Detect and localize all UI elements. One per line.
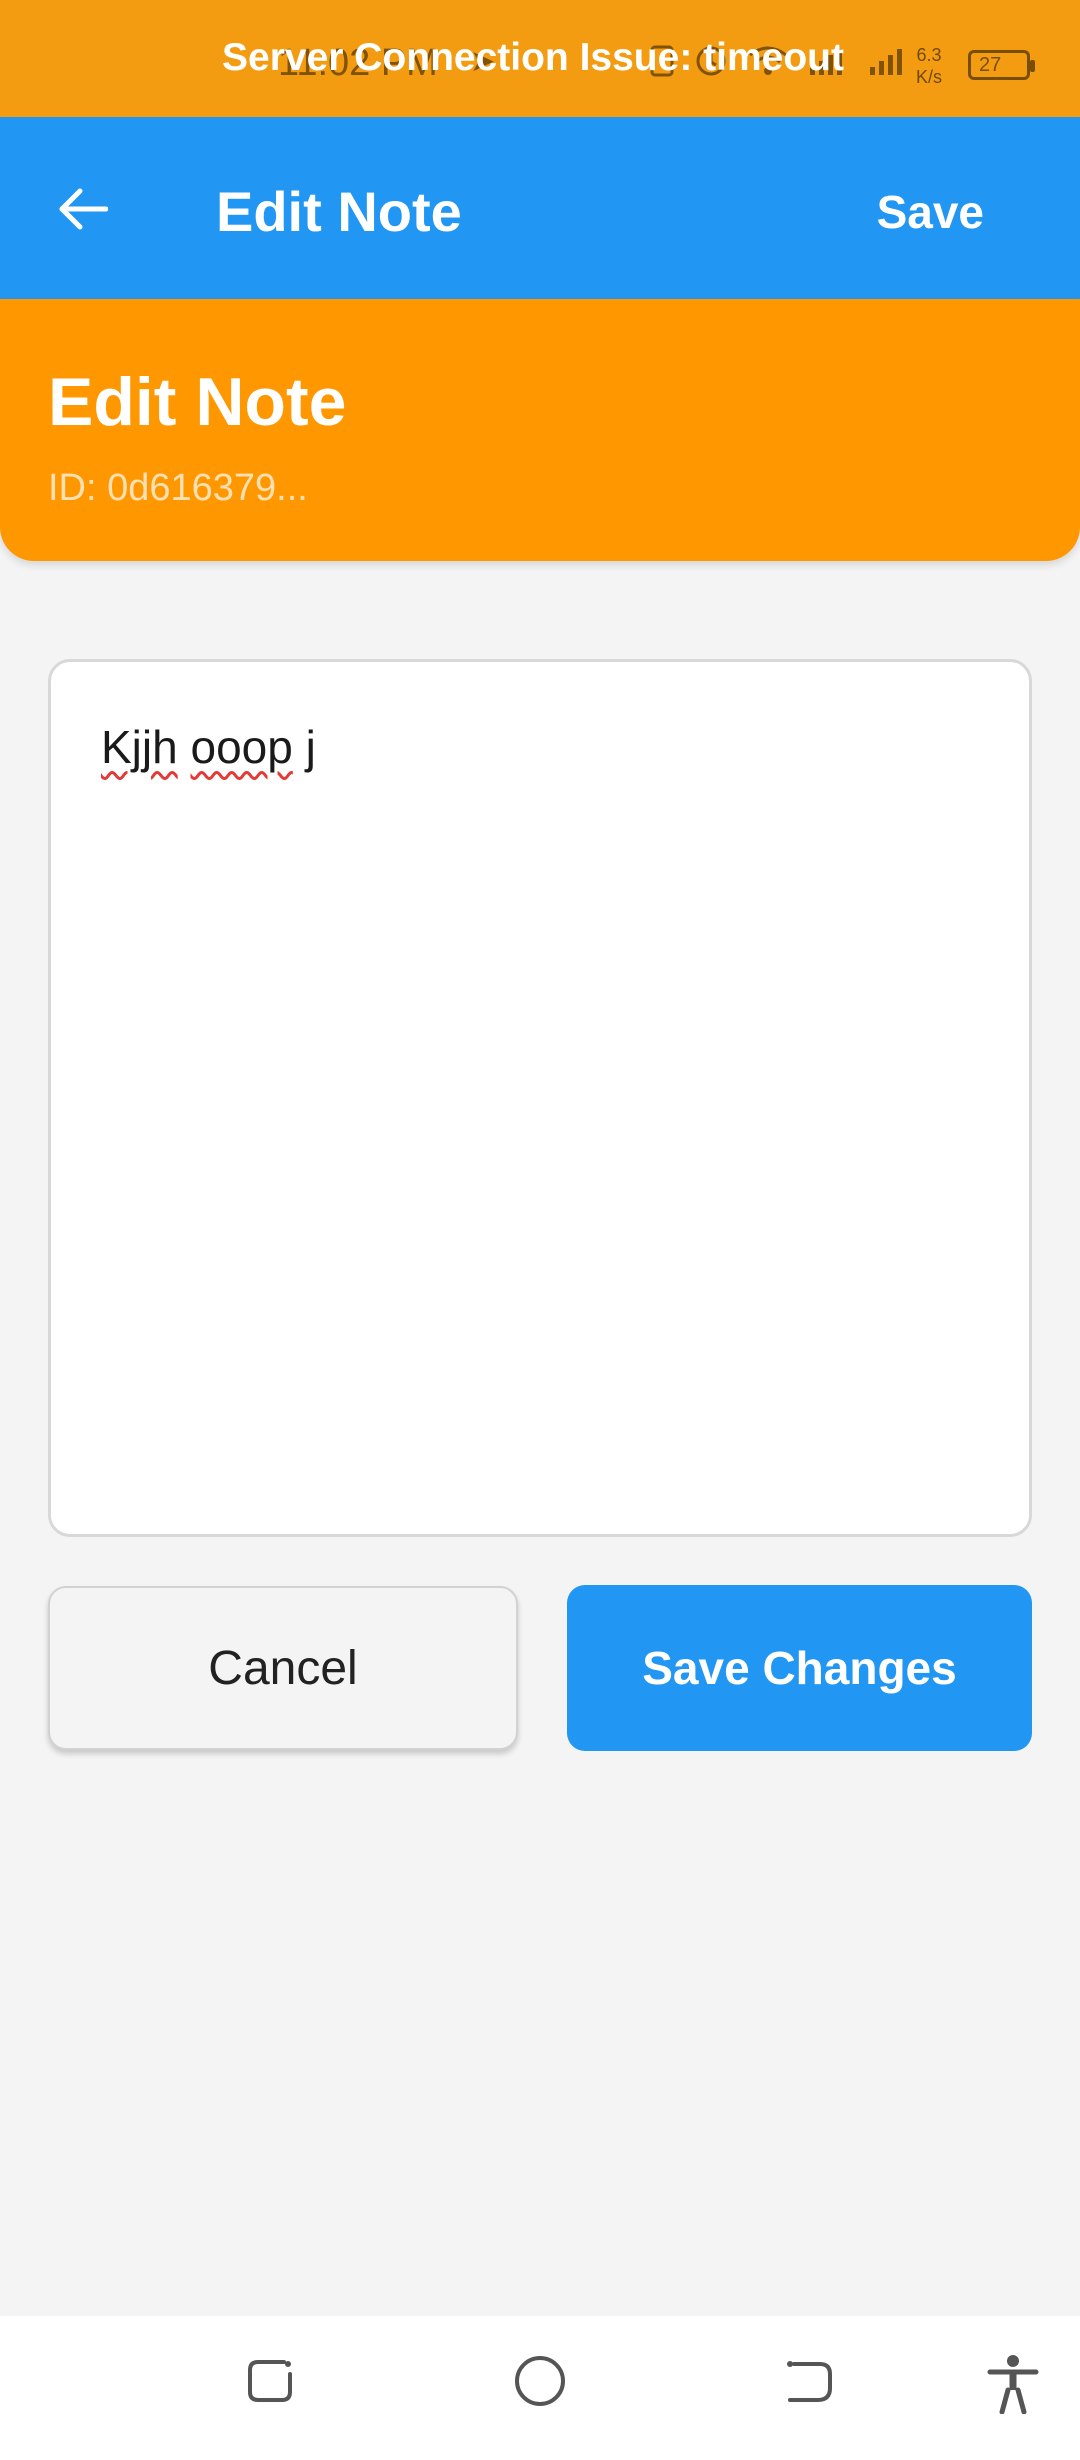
app-bar-save-button[interactable]: Save <box>877 185 984 239</box>
battery-level: 27 <box>979 54 1002 76</box>
cancel-button[interactable]: Cancel <box>48 1586 518 1750</box>
note-word-misspelled: Kjjh <box>101 721 178 773</box>
system-nav-bar <box>0 2316 1080 2460</box>
header-title: Edit Note <box>48 364 347 440</box>
accessibility-icon[interactable] <box>986 2354 1040 2414</box>
net-speed-value: 6.3 <box>916 45 942 65</box>
app-bar-title: Edit Note <box>216 180 462 243</box>
battery-icon: 27 <box>968 50 1035 80</box>
save-changes-button[interactable]: Save Changes <box>567 1585 1032 1751</box>
home-circle-icon[interactable] <box>513 2354 567 2408</box>
app-bar: Edit Note Save <box>0 117 1080 299</box>
recents-icon[interactable] <box>244 2354 298 2408</box>
back-icon[interactable] <box>782 2354 836 2408</box>
server-error-banner: Server Connection Issue: timeout <box>222 36 844 79</box>
note-content: Kjjh ooop j <box>101 720 316 774</box>
note-word-misspelled: ooop <box>190 721 293 773</box>
status-bar: 11:02 PM ➤ 6.3 K/s 27 Server Connection … <box>0 0 1080 117</box>
note-word: j <box>305 721 316 773</box>
net-speed-unit: K/s <box>916 67 943 87</box>
arrow-left-icon <box>59 188 108 230</box>
net-speed: 6.3 K/s <box>916 44 942 88</box>
signal-icon-2 <box>868 45 908 77</box>
note-text-area[interactable]: Kjjh ooop j <box>48 659 1032 1537</box>
note-header-card: Edit Note ID: 0d616379... <box>0 299 1080 561</box>
note-id: ID: 0d616379... <box>48 467 308 509</box>
back-button[interactable] <box>50 177 114 241</box>
